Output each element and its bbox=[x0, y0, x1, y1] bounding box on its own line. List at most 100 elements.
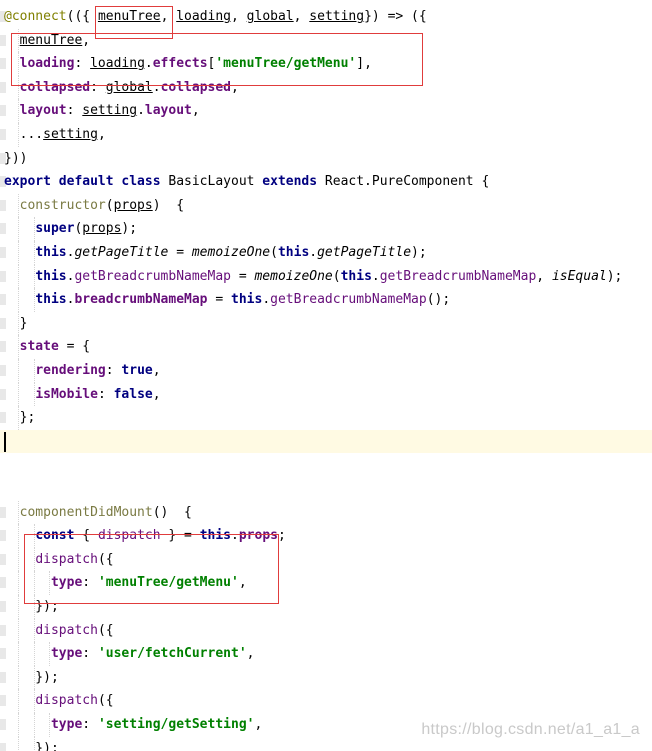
code-line[interactable]: super(props); bbox=[0, 217, 652, 241]
code-token: . bbox=[371, 268, 380, 284]
code-token: , bbox=[152, 363, 161, 378]
code-line[interactable]: })) bbox=[0, 147, 652, 171]
code-text: }); bbox=[4, 737, 59, 751]
code-line[interactable]: }; bbox=[0, 406, 652, 430]
code-token: type bbox=[50, 575, 83, 591]
code-token: dispatch bbox=[97, 528, 161, 544]
code-token: getPageTitle bbox=[74, 245, 169, 260]
code-text: }; bbox=[4, 406, 36, 430]
code-line[interactable]: this.getPageTitle = memoizeOne(this.getP… bbox=[0, 241, 652, 265]
code-token: } bbox=[4, 315, 28, 331]
code-text: }); bbox=[4, 595, 59, 619]
code-text: })) bbox=[4, 147, 27, 171]
code-token: = bbox=[207, 292, 231, 308]
code-line[interactable]: export default class BasicLayout extends… bbox=[0, 170, 652, 194]
code-token: }); bbox=[4, 669, 59, 685]
code-line[interactable]: layout: setting.layout, bbox=[0, 99, 652, 123]
code-token: , bbox=[191, 103, 200, 119]
code-token: rendering bbox=[35, 363, 106, 378]
code-token: ); bbox=[606, 268, 623, 284]
code-token: this bbox=[35, 292, 67, 308]
code-line[interactable]: dispatch({ bbox=[0, 618, 652, 643]
code-token: , bbox=[97, 127, 106, 142]
code-token: ( bbox=[105, 197, 114, 213]
code-token: = { bbox=[58, 339, 91, 355]
code-token: setting bbox=[309, 9, 365, 24]
code-text: collapsed: global.collapsed, bbox=[4, 76, 239, 100]
code-token: global bbox=[105, 79, 153, 95]
code-line[interactable] bbox=[0, 477, 652, 501]
code-line[interactable]: } bbox=[0, 311, 652, 336]
code-text: const { dispatch } = this.props; bbox=[4, 524, 286, 548]
code-line[interactable]: ...setting, bbox=[0, 123, 652, 147]
code-line[interactable]: this.breadcrumbNameMap = this.getBreadcr… bbox=[0, 288, 652, 312]
code-line[interactable]: collapsed: global.collapsed, bbox=[0, 75, 652, 100]
code-line[interactable]: loading: loading.effects['menuTree/getMe… bbox=[0, 52, 652, 76]
code-token: loading bbox=[176, 9, 232, 24]
code-text: } bbox=[4, 312, 28, 336]
code-line[interactable]: isMobile: false, bbox=[0, 382, 652, 407]
code-editor[interactable]: @connect(({ menuTree, loading, global, s… bbox=[0, 0, 652, 751]
code-token: menuTree bbox=[97, 9, 161, 24]
code-token: getBreadcrumbNameMap bbox=[379, 268, 537, 284]
code-text: rendering: true, bbox=[4, 359, 161, 383]
code-token: : bbox=[66, 103, 83, 119]
code-line[interactable]: type: 'menuTree/getMenu', bbox=[0, 571, 652, 595]
code-token: () { bbox=[152, 504, 192, 520]
code-token: = bbox=[168, 245, 192, 260]
code-line[interactable]: componentDidMount() { bbox=[0, 500, 652, 525]
code-token: this bbox=[340, 268, 372, 284]
code-token: ({ bbox=[97, 551, 114, 567]
code-line[interactable]: state = { bbox=[0, 335, 652, 359]
code-text: type: 'setting/getSetting', bbox=[4, 713, 262, 737]
code-token: })) bbox=[4, 150, 28, 166]
code-line[interactable]: dispatch({ bbox=[0, 689, 652, 713]
code-line[interactable]: constructor(props) { bbox=[0, 193, 652, 218]
code-token: ; bbox=[277, 528, 286, 544]
code-token: props bbox=[113, 197, 153, 213]
code-token: { bbox=[74, 528, 98, 544]
code-text: isMobile: false, bbox=[4, 383, 161, 407]
code-token: 'menuTree/getMenu' bbox=[97, 575, 239, 591]
code-text: this.getBreadcrumbNameMap = memoizeOne(t… bbox=[4, 265, 622, 289]
code-token: extends bbox=[262, 174, 325, 190]
code-token: getPageTitle bbox=[317, 245, 412, 260]
code-token: : bbox=[90, 79, 106, 95]
code-line[interactable]: dispatch({ bbox=[0, 547, 652, 572]
code-token: (({ bbox=[66, 9, 98, 24]
code-line[interactable]: type: 'user/fetchCurrent', bbox=[0, 642, 652, 666]
code-text: type: 'user/fetchCurrent', bbox=[4, 642, 255, 666]
code-text: ...setting, bbox=[4, 123, 106, 147]
code-token: isMobile bbox=[35, 386, 98, 402]
code-token: , bbox=[152, 386, 161, 402]
code-line[interactable]: this.getBreadcrumbNameMap = memoizeOne(t… bbox=[0, 264, 652, 289]
code-token: class bbox=[121, 174, 169, 190]
code-token: props bbox=[238, 528, 278, 544]
code-token: dispatch bbox=[35, 551, 98, 567]
code-token: : bbox=[97, 386, 114, 402]
code-token: this bbox=[231, 292, 263, 308]
code-token: const bbox=[35, 528, 75, 544]
code-line[interactable]: }); bbox=[0, 665, 652, 690]
code-token: loading bbox=[90, 56, 145, 72]
code-line[interactable]: }); bbox=[0, 595, 652, 619]
code-token: (); bbox=[426, 292, 451, 308]
code-token: layout bbox=[19, 103, 67, 119]
code-line[interactable] bbox=[0, 453, 652, 477]
code-line[interactable] bbox=[0, 429, 652, 454]
code-token: , bbox=[254, 717, 263, 732]
code-line[interactable]: rendering: true, bbox=[0, 359, 652, 383]
code-token: , bbox=[231, 79, 239, 95]
code-line[interactable]: menuTree, bbox=[0, 28, 652, 53]
code-line[interactable]: const { dispatch } = this.props; bbox=[0, 524, 652, 548]
code-token: 'user/fetchCurrent' bbox=[97, 646, 247, 662]
code-text: this.getPageTitle = memoizeOne(this.getP… bbox=[4, 241, 426, 265]
code-text: constructor(props) { bbox=[4, 194, 184, 218]
code-token: super bbox=[35, 221, 75, 237]
code-line[interactable]: @connect(({ menuTree, loading, global, s… bbox=[0, 5, 652, 29]
code-text: dispatch({ bbox=[4, 619, 113, 643]
